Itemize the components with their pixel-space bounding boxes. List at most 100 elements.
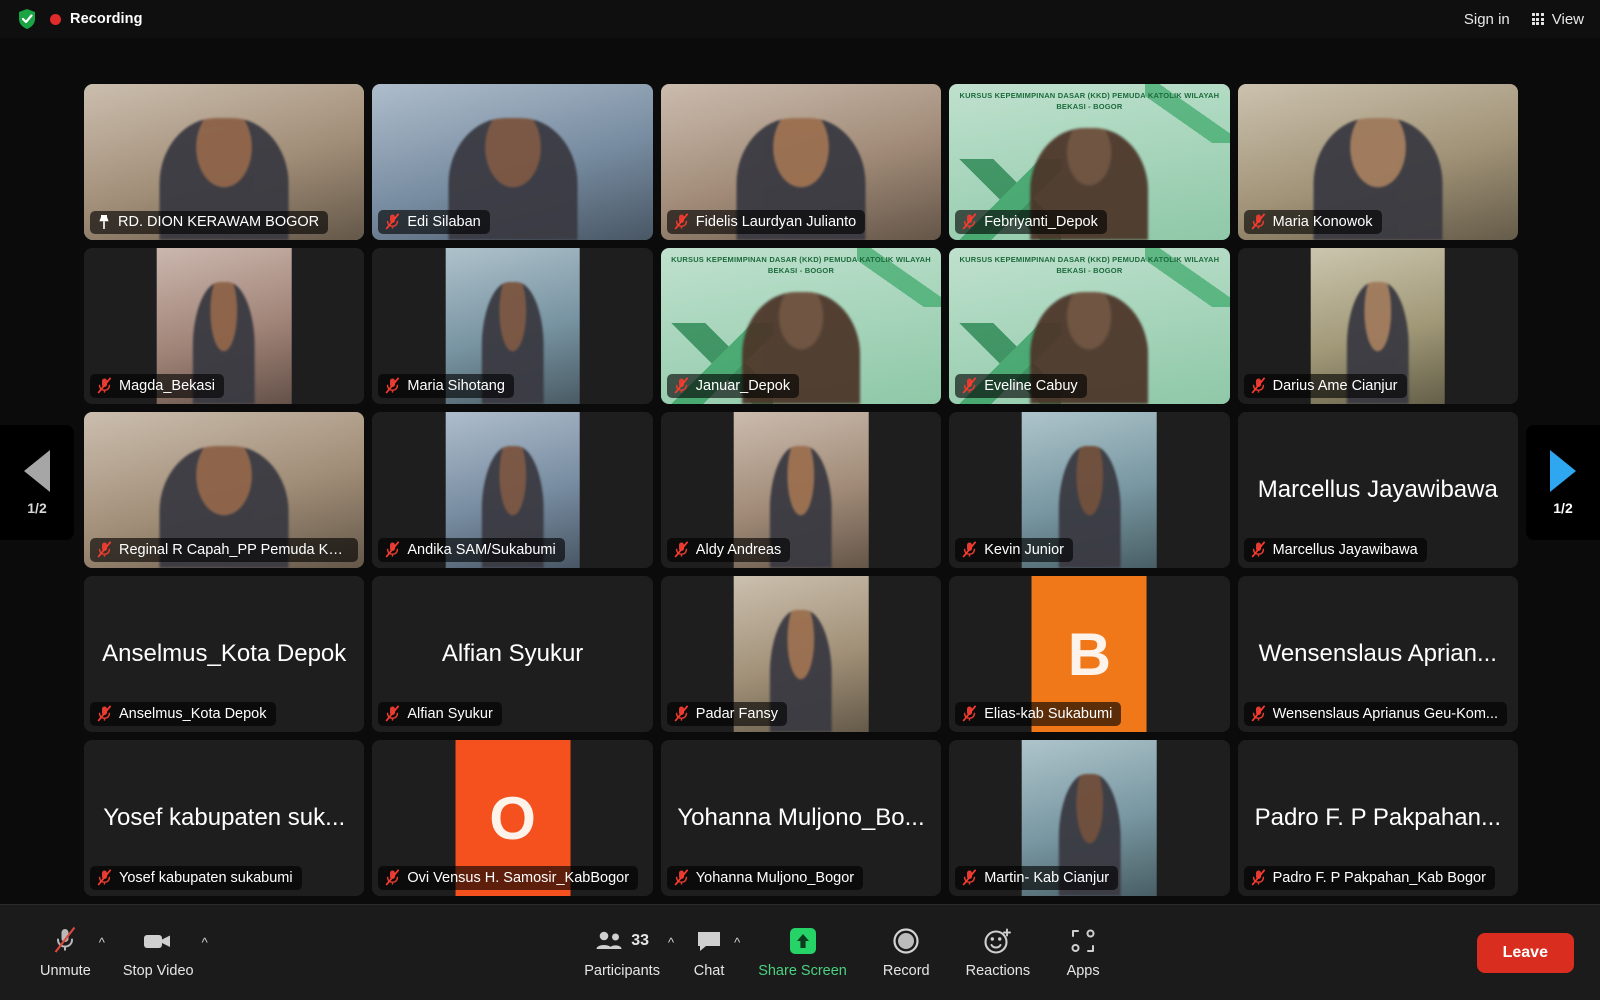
mic-muted-icon bbox=[97, 377, 112, 394]
participant-tile[interactable]: B Elias-kab Sukabumi bbox=[949, 576, 1230, 732]
participant-tile[interactable]: Darius Ame Cianjur bbox=[1237, 248, 1518, 404]
record-button[interactable]: Record bbox=[865, 926, 948, 979]
participant-tile[interactable]: Kursus Kepemimpinan Dasar (KKD) Pemuda K… bbox=[949, 84, 1230, 240]
mic-muted-icon bbox=[1251, 705, 1265, 722]
shield-check-icon[interactable] bbox=[16, 8, 38, 30]
participant-tile[interactable]: Kursus Kepemimpinan Dasar (KKD) Pemuda K… bbox=[660, 248, 942, 404]
participant-tile[interactable]: Alfian Syukur Alfian Syukur bbox=[372, 576, 653, 732]
mic-muted-icon bbox=[97, 541, 112, 558]
share-screen-label: Share Screen bbox=[758, 963, 847, 979]
participant-name: Reginal R Capah_PP Pemuda Kat... bbox=[119, 541, 350, 558]
unmute-button[interactable]: Unmute bbox=[22, 926, 109, 979]
participant-tile[interactable]: Aldy Andreas bbox=[660, 412, 942, 568]
participants-label: Participants bbox=[584, 963, 660, 979]
share-screen-button[interactable]: Share Screen bbox=[740, 926, 865, 979]
next-page-button[interactable]: 1/2 bbox=[1526, 425, 1600, 540]
record-circle-icon bbox=[892, 926, 920, 956]
view-button[interactable]: View bbox=[1531, 10, 1584, 28]
participant-tile[interactable]: RD. DION KERAWAM BOGOR bbox=[84, 84, 365, 240]
participant-tile[interactable]: Padar Fansy bbox=[660, 576, 942, 732]
participant-nameplate: Maria Konowok bbox=[1243, 210, 1382, 234]
participant-nameplate: Elias-kab Sukabumi bbox=[955, 702, 1122, 726]
mic-muted-icon bbox=[962, 869, 977, 886]
stop-video-button[interactable]: Stop Video bbox=[105, 926, 212, 979]
participant-nameplate: Anselmus_Kota Depok bbox=[90, 702, 276, 726]
participant-name: Yosef kabupaten sukabumi bbox=[119, 869, 293, 886]
chevron-left-triangle-icon bbox=[24, 449, 50, 492]
next-page-label: 1/2 bbox=[1553, 499, 1573, 516]
mic-muted-icon bbox=[385, 705, 400, 722]
participant-nameplate: Febriyanti_Depok bbox=[955, 210, 1107, 234]
mic-muted-icon bbox=[674, 869, 689, 886]
recording-indicator[interactable]: Recording bbox=[50, 11, 143, 27]
participant-nameplate: Fidelis Laurdyan Julianto bbox=[666, 210, 866, 234]
participant-tile[interactable]: Kevin Junior bbox=[949, 412, 1230, 568]
participant-name: Fidelis Laurdyan Julianto bbox=[695, 213, 857, 230]
participant-nameplate: Darius Ame Cianjur bbox=[1243, 374, 1407, 398]
mic-muted-icon bbox=[962, 541, 977, 558]
participant-nameplate: Andika SAM/Sukabumi bbox=[378, 538, 565, 562]
chat-button[interactable]: Chat bbox=[674, 926, 744, 979]
participant-tile[interactable]: Padro F. P Pakpahan... Padro F. P Pakpaha… bbox=[1237, 740, 1518, 896]
participant-name: Alfian Syukur bbox=[407, 705, 493, 722]
participant-name: Elias-kab Sukabumi bbox=[984, 705, 1113, 722]
participant-tile[interactable]: Yohanna Muljono_Bo... Yohanna Muljono_Bog… bbox=[660, 740, 942, 896]
virtual-background-text: Kursus Kepemimpinan Dasar (KKD) Pemuda K… bbox=[671, 255, 931, 275]
participant-name: Andika SAM/Sukabumi bbox=[407, 541, 556, 558]
participants-button[interactable]: 33 Participants bbox=[566, 926, 678, 979]
participant-tile[interactable]: Reginal R Capah_PP Pemuda Kat... bbox=[84, 412, 365, 568]
chevron-right-triangle-icon bbox=[1550, 449, 1576, 492]
participant-tile[interactable]: Wensenslaus Aprian... Wensenslaus Aprianu… bbox=[1237, 576, 1518, 732]
toolbar-right-group: Leave bbox=[1476, 932, 1600, 973]
microphone-muted-icon bbox=[52, 926, 78, 956]
previous-page-button[interactable]: 1/2 bbox=[0, 425, 74, 540]
camera-icon bbox=[142, 926, 174, 956]
participants-icon-group: 33 bbox=[595, 926, 649, 956]
participant-name: Edi Silaban bbox=[407, 213, 481, 230]
participant-tile[interactable]: O Ovi Vensus H. Samosir_KabBogor bbox=[372, 740, 653, 896]
record-label: Record bbox=[882, 963, 930, 979]
participant-tile[interactable]: Magda_Bekasi bbox=[84, 248, 365, 404]
mic-muted-icon bbox=[1251, 541, 1265, 558]
header-left-group: Recording bbox=[16, 8, 143, 30]
participant-tile[interactable]: Marcellus Jayawibawa Marcellus Jayawibawa bbox=[1237, 412, 1518, 568]
stop-video-label: Stop Video bbox=[122, 963, 194, 979]
participant-tile[interactable]: Edi Silaban bbox=[372, 84, 653, 240]
participant-tile[interactable]: Yosef kabupaten suk... Yosef kabupaten su… bbox=[84, 740, 365, 896]
leave-button[interactable]: Leave bbox=[1476, 932, 1574, 973]
reactions-button[interactable]: Reactions bbox=[948, 926, 1048, 979]
participant-name: Maria Konowok bbox=[1272, 213, 1373, 230]
participant-tile[interactable]: Maria Sihotang bbox=[372, 248, 653, 404]
participant-nameplate: Aldy Andreas bbox=[666, 538, 791, 562]
participant-nameplate: Maria Sihotang bbox=[378, 374, 514, 398]
mic-muted-icon bbox=[385, 377, 400, 394]
reactions-label: Reactions bbox=[965, 963, 1031, 979]
recording-dot-icon bbox=[50, 13, 61, 25]
participant-tile[interactable]: Kursus Kepemimpinan Dasar (KKD) Pemuda K… bbox=[949, 248, 1230, 404]
participant-nameplate: Januar_Depok bbox=[666, 374, 800, 398]
participant-tile[interactable]: Fidelis Laurdyan Julianto bbox=[660, 84, 942, 240]
mic-muted-icon bbox=[385, 213, 400, 230]
meeting-header: Recording Sign in View bbox=[0, 0, 1600, 38]
view-label: View bbox=[1551, 10, 1584, 28]
participant-tile[interactable]: Anselmus_Kota Depok Anselmus_Kota Depok bbox=[84, 576, 365, 732]
previous-page-label: 1/2 bbox=[27, 499, 47, 516]
sign-in-button[interactable]: Sign in bbox=[1464, 11, 1510, 28]
participant-name: Padar Fansy bbox=[695, 705, 779, 722]
participant-tile[interactable]: Martin- Kab Cianjur bbox=[949, 740, 1230, 896]
participant-nameplate: Padar Fansy bbox=[666, 702, 788, 726]
participant-tile[interactable]: Andika SAM/Sukabumi bbox=[372, 412, 653, 568]
participant-nameplate: Marcellus Jayawibawa bbox=[1243, 538, 1427, 562]
chat-bubble-icon bbox=[695, 926, 723, 956]
reactions-smiley-icon bbox=[983, 926, 1013, 956]
mic-muted-icon bbox=[385, 869, 400, 886]
participant-name: Maria Sihotang bbox=[407, 377, 505, 394]
video-options-caret-icon[interactable]: ^ bbox=[202, 936, 208, 949]
mic-muted-icon bbox=[97, 705, 112, 722]
participant-nameplate: Eveline Cabuy bbox=[955, 374, 1087, 398]
participants-count: 33 bbox=[631, 932, 649, 949]
participant-tile[interactable]: Maria Konowok bbox=[1237, 84, 1518, 240]
virtual-background-text: Kursus Kepemimpinan Dasar (KKD) Pemuda K… bbox=[959, 91, 1220, 111]
apps-button[interactable]: Apps bbox=[1048, 926, 1118, 979]
mic-muted-icon bbox=[962, 705, 977, 722]
